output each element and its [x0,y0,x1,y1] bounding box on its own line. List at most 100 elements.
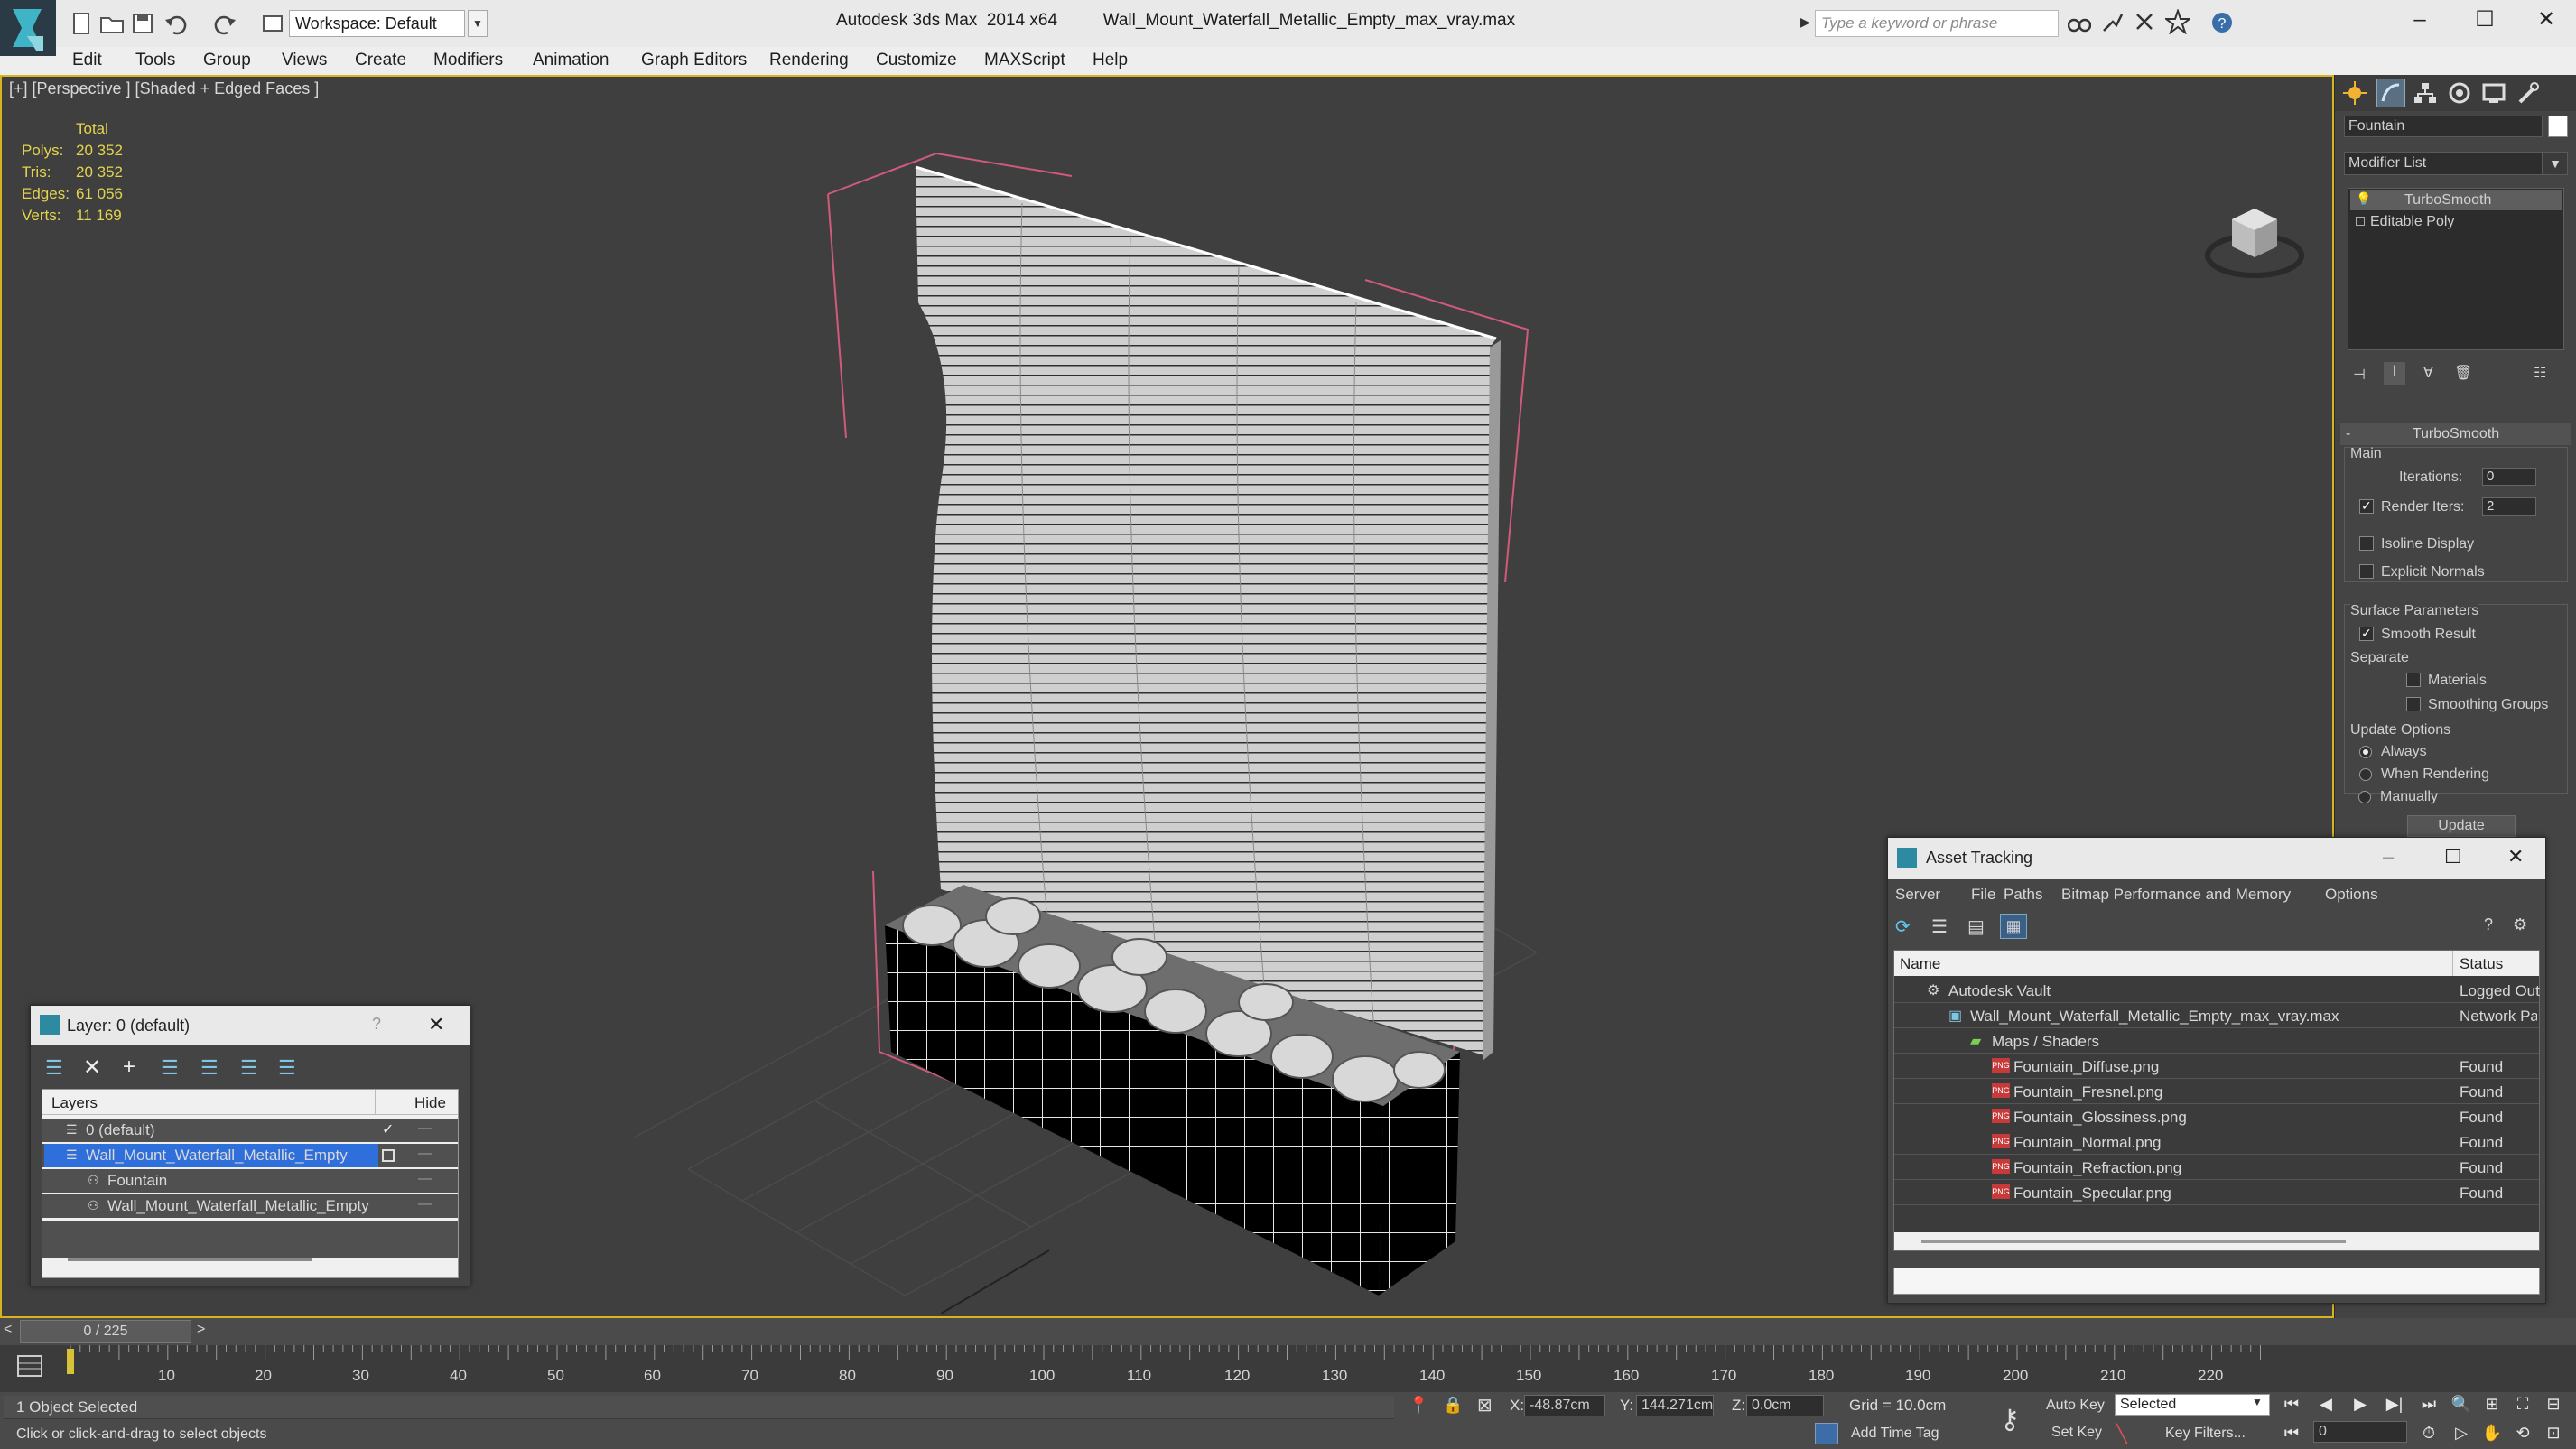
close-icon[interactable]: ✕ [428,1013,444,1036]
asset-window-titlebar[interactable]: Asset Tracking – ☐ ✕ [1888,838,2545,879]
menu-views[interactable]: Views [282,47,327,75]
chevron-left-icon[interactable]: < [4,1322,12,1338]
table-row[interactable]: PNG Fountain_Refraction.png Found [1894,1155,2539,1180]
menu-modifiers[interactable]: Modifiers [433,47,503,75]
materials-checkbox[interactable] [2406,673,2421,687]
asset-menu-options[interactable]: Options [2325,886,2378,904]
table-row[interactable]: ▰ Maps / Shaders [1894,1028,2539,1054]
zoom-icon[interactable]: 🔍 [2449,1392,2474,1416]
absolute-mode-icon[interactable]: ⊠ [1477,1394,1493,1416]
menu-group[interactable]: Group [203,47,251,75]
table-row[interactable]: PNG Fountain_Diffuse.png Found [1894,1054,2539,1079]
menu-edit[interactable]: Edit [72,47,102,75]
delete-layer-icon[interactable]: ✕ [83,1054,101,1081]
favorites-star-icon[interactable] [2165,9,2190,34]
x-coordinate-field[interactable]: -48.87cm [1524,1395,1605,1416]
freeze-all-icon[interactable]: ☰ [278,1056,296,1080]
project-folder-icon[interactable] [258,9,287,38]
create-tab-icon[interactable] [2342,80,2367,106]
help-icon[interactable]: ? [2210,11,2234,34]
expand-toggle-icon[interactable] [2356,217,2365,226]
zoom-extents-icon[interactable]: ⛶ [2510,1392,2535,1416]
close-icon[interactable]: ✕ [2514,0,2576,42]
app-logo-icon[interactable] [0,0,56,56]
table-row[interactable]: PNG Fountain_Fresnel.png Found [1894,1079,2539,1104]
auto-key-button[interactable]: Auto Key [2046,1398,2105,1414]
minimize-icon[interactable]: – [2387,0,2452,42]
time-slider-thumb[interactable]: 0 / 225 [20,1320,191,1343]
workspace-dropdown[interactable]: Workspace: Default [289,10,465,37]
object-name-field[interactable]: Fountain [2344,116,2543,137]
render-iters-checkbox[interactable] [2359,498,2374,514]
motion-tab-icon[interactable] [2447,80,2472,106]
smoothing-groups-checkbox[interactable] [2406,697,2421,711]
new-file-icon[interactable] [67,9,96,38]
selection-lock-icon[interactable]: 🔒 [1443,1396,1463,1415]
field-of-view-icon[interactable]: ▷ [2449,1421,2474,1444]
pin-stack-icon[interactable]: ⊣ [2353,366,2366,384]
open-folder-icon[interactable] [98,9,126,38]
layer-window-titlebar[interactable]: Layer: 0 (default) ? ✕ [31,1006,470,1045]
turbosmooth-rollout-header[interactable]: - TurboSmooth [2340,423,2571,445]
show-end-result-icon[interactable]: Ⅰ [2384,362,2405,385]
save-icon[interactable] [128,9,157,38]
menu-rendering[interactable]: Rendering [769,47,849,75]
modify-tab-icon[interactable] [2376,79,2405,107]
hierarchy-tab-icon[interactable] [2413,80,2438,106]
always-radio[interactable] [2359,746,2372,758]
display-tab-icon[interactable] [2481,80,2506,106]
render-iters-spinner[interactable]: 2 [2482,497,2536,516]
key-mode-toggle-icon[interactable]: ⏮ [2279,1421,2304,1444]
chevron-right-icon[interactable]: > [197,1322,205,1338]
time-configuration-icon[interactable]: ⏱ [2416,1421,2441,1444]
menu-create[interactable]: Create [355,47,406,75]
y-coordinate-field[interactable]: 144.271cm [1636,1395,1714,1416]
hide-toggle-icon[interactable]: — [418,1196,432,1212]
update-button[interactable]: Update [2407,815,2516,837]
hide-toggle-icon[interactable]: — [418,1171,432,1187]
select-objects-icon[interactable]: ☰ [161,1056,179,1080]
hide-toggle-icon[interactable]: — [418,1120,432,1137]
scrollbar-thumb[interactable] [1921,1240,2346,1243]
search-input[interactable]: Type a keyword or phrase [1815,10,2059,37]
hide-all-icon[interactable]: ☰ [240,1056,258,1080]
expand-search-icon[interactable]: ▶ [1800,14,1810,30]
table-row[interactable]: ▣ Wall_Mount_Waterfall_Metallic_Empty_ma… [1894,1003,2539,1028]
help-icon[interactable]: ? [372,1015,381,1034]
layer-row[interactable]: ☰ Wall_Mount_Waterfall_Metallic_Empty — [42,1144,458,1167]
status-column-header[interactable]: Status [2460,955,2503,973]
chevron-down-icon[interactable]: ▼ [468,10,488,37]
asset-menu-file[interactable]: File [1971,886,1995,904]
active-layer-check-icon[interactable]: ✓ [382,1120,394,1138]
go-to-start-icon[interactable]: ⏮ [2279,1392,2304,1416]
maximize-icon[interactable]: ☐ [2444,845,2462,868]
table-row[interactable]: ⚙ Autodesk Vault Logged Out [1894,978,2540,1003]
object-color-swatch[interactable] [2548,116,2568,137]
new-layer-icon[interactable]: ☰ [45,1056,63,1080]
layer-row[interactable]: ⚇ Fountain — [42,1169,458,1193]
current-frame-field[interactable]: 0 [2313,1421,2407,1443]
name-column-header[interactable]: Name [1900,955,1940,973]
isolate-selection-icon[interactable]: 📍 [1409,1396,1428,1415]
smooth-result-checkbox[interactable] [2359,626,2374,641]
hide-column-header[interactable]: Hide [414,1094,446,1112]
menu-animation[interactable]: Animation [533,47,609,75]
list-view-icon[interactable]: ☰ [1931,915,1948,938]
help-icon[interactable]: ? [2484,915,2493,934]
layer-row[interactable]: ⚇ Wall_Mount_Waterfall_Metallic_Empty — [42,1194,458,1218]
chevron-down-icon[interactable]: ▼ [2252,1396,2263,1408]
zoom-extents-all-icon[interactable]: ⊟ [2541,1392,2566,1416]
play-icon[interactable]: ▶ [2348,1392,2373,1416]
undo-icon[interactable] [163,9,191,38]
previous-frame-icon[interactable]: ◀ [2313,1392,2339,1416]
menu-tools[interactable]: Tools [135,47,175,75]
subscription-icon[interactable] [2100,11,2124,34]
redo-icon[interactable] [209,9,238,38]
manually-radio[interactable] [2358,791,2371,803]
make-unique-icon[interactable]: ∀ [2423,364,2433,382]
table-row[interactable]: PNG Fountain_Specular.png Found [1894,1180,2539,1205]
asset-menu-server[interactable]: Server [1895,886,1940,904]
set-active-layer-icon[interactable] [382,1149,395,1162]
close-icon[interactable]: ✕ [2507,845,2524,868]
table-row[interactable]: PNG Fountain_Glossiness.png Found [1894,1104,2539,1129]
